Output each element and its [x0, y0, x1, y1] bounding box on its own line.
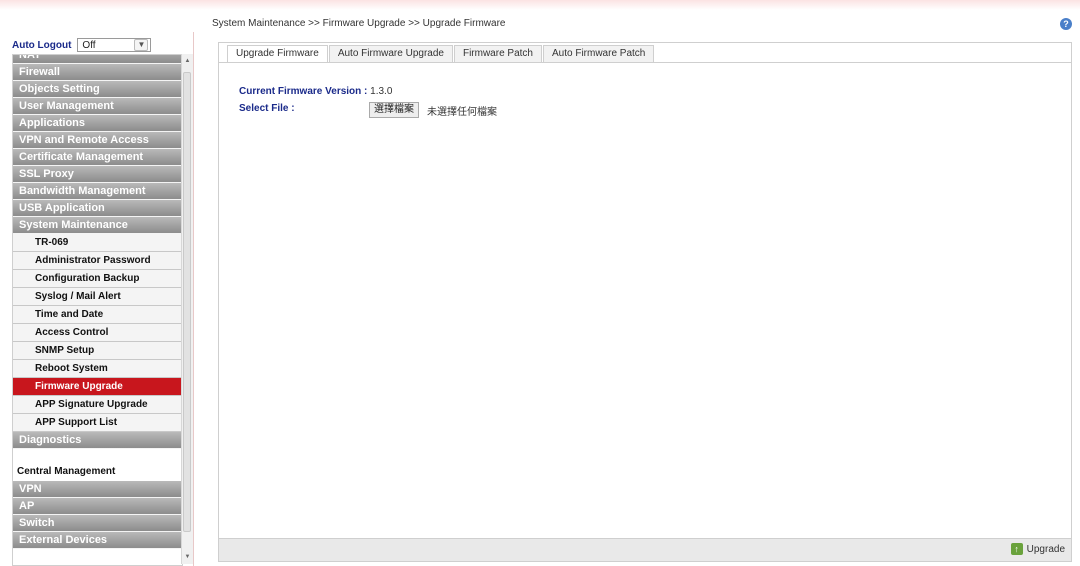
menu-item-app-support-list[interactable]: APP Support List: [13, 414, 182, 432]
menu-item-snmp-setup[interactable]: SNMP Setup: [13, 342, 182, 360]
select-file-row: Select File :: [239, 103, 295, 114]
upgrade-button[interactable]: ↑ Upgrade: [1010, 543, 1065, 555]
menu-group-external-devices[interactable]: External Devices: [13, 532, 182, 549]
scrollbar-thumb[interactable]: [183, 72, 191, 532]
help-icon[interactable]: ?: [1060, 18, 1072, 30]
menu-item-configuration-backup[interactable]: Configuration Backup: [13, 270, 182, 288]
auto-logout-value: Off: [82, 39, 96, 51]
menu-item-tr-069[interactable]: TR-069: [13, 234, 182, 252]
firmware-panel: Upgrade Firmware Auto Firmware Upgrade F…: [218, 42, 1072, 562]
menu-group-vpn[interactable]: VPN: [13, 481, 182, 498]
choose-file-button[interactable]: 選擇檔案: [369, 102, 419, 118]
menu-group-applications[interactable]: Applications: [13, 115, 182, 132]
menu-group-nat[interactable]: NAT: [13, 55, 182, 64]
menu-item-firmware-upgrade[interactable]: Firmware Upgrade: [13, 378, 182, 396]
panel-footer: ↑ Upgrade: [219, 538, 1071, 561]
auto-logout-select[interactable]: Off ▼: [77, 38, 152, 52]
menu-group-objects-setting[interactable]: Objects Setting: [13, 81, 182, 98]
menu-group-switch[interactable]: Switch: [13, 515, 182, 532]
scroll-up-icon[interactable]: ▲: [183, 56, 192, 66]
sidebar: Auto Logout Off ▼ NAT Firewall Objects Set…: [8, 32, 194, 566]
tab-firmware-patch[interactable]: Firmware Patch: [453, 45, 542, 63]
scroll-down-icon[interactable]: ▼: [183, 552, 192, 562]
menu-item-app-signature-upgrade[interactable]: APP Signature Upgrade: [13, 396, 182, 414]
firmware-version-row: Current Firmware Version : 1.3.0: [239, 86, 392, 97]
menu-group-diagnostics[interactable]: Diagnostics: [13, 432, 182, 449]
menu-group-user-management[interactable]: User Management: [13, 98, 182, 115]
chevron-down-icon: ▼: [134, 39, 149, 51]
upgrade-button-label: Upgrade: [1026, 543, 1065, 555]
tab-bar: Upgrade Firmware Auto Firmware Upgrade F…: [227, 45, 655, 63]
menu-item-access-control[interactable]: Access Control: [13, 324, 182, 342]
sidebar-menu: NAT Firewall Objects Setting User Managemen…: [12, 54, 183, 566]
breadcrumb: System Maintenance >> Firmware Upgrade >…: [212, 18, 506, 29]
tab-divider: [219, 62, 1071, 63]
menu-group-system-maintenance[interactable]: System Maintenance: [13, 217, 182, 234]
firmware-version-label: Current Firmware Version :: [239, 86, 368, 97]
menu-group-ap[interactable]: AP: [13, 498, 182, 515]
menu-item-administrator-password[interactable]: Administrator Password: [13, 252, 182, 270]
firmware-version-value: 1.3.0: [370, 86, 393, 97]
menu-item-time-and-date[interactable]: Time and Date: [13, 306, 182, 324]
tab-auto-firmware-upgrade[interactable]: Auto Firmware Upgrade: [328, 45, 453, 63]
menu-item-syslog-mail-alert[interactable]: Syslog / Mail Alert: [13, 288, 182, 306]
top-strip: [0, 0, 1080, 10]
main-content: System Maintenance >> Firmware Upgrade >…: [200, 14, 1080, 566]
auto-logout: Auto Logout Off ▼: [8, 36, 193, 54]
upgrade-icon: ↑: [1010, 543, 1023, 555]
menu-spacer: [13, 449, 182, 463]
menu-group-bandwidth-management[interactable]: Bandwidth Management: [13, 183, 182, 200]
menu-group-usb-application[interactable]: USB Application: [13, 200, 182, 217]
auto-logout-label: Auto Logout: [12, 39, 72, 51]
tab-upgrade-firmware[interactable]: Upgrade Firmware: [227, 45, 328, 63]
select-file-label: Select File :: [239, 103, 295, 114]
no-file-text: 未選擇任何檔案: [427, 107, 497, 118]
menu-label-central-management: Central Management: [13, 463, 182, 481]
menu-item-reboot-system[interactable]: Reboot System: [13, 360, 182, 378]
tab-auto-firmware-patch[interactable]: Auto Firmware Patch: [542, 45, 655, 63]
menu-group-certificate-management[interactable]: Certificate Management: [13, 149, 182, 166]
sidebar-scrollbar[interactable]: ▲ ▼: [181, 54, 193, 564]
menu-group-vpn-and-remote-access[interactable]: VPN and Remote Access: [13, 132, 182, 149]
menu-group-ssl-proxy[interactable]: SSL Proxy: [13, 166, 182, 183]
menu-group-firewall[interactable]: Firewall: [13, 64, 182, 81]
